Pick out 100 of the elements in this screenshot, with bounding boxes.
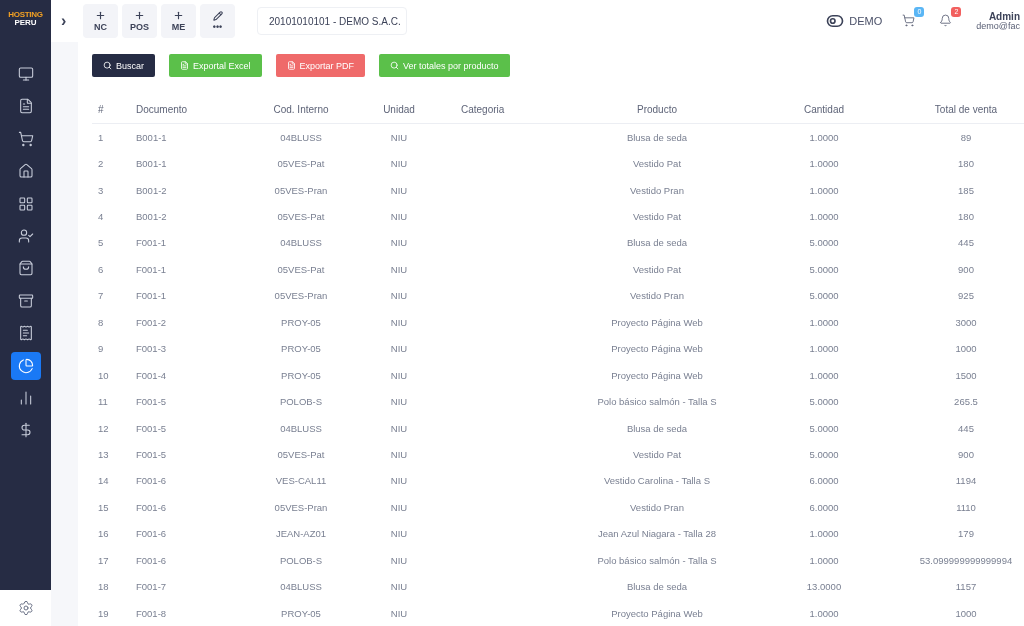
table-cell-text: 13: [97, 448, 110, 460]
table-cell-text: VES-CAL11: [274, 475, 328, 487]
table-cell-text: NIU: [389, 554, 409, 566]
table-cell-text: NIU: [389, 422, 409, 434]
toggle-icon[interactable]: [826, 12, 845, 30]
table-cell-text: 4: [97, 211, 105, 223]
table-cell-text: 19: [97, 607, 110, 619]
table-cell-text: NIU: [389, 237, 409, 249]
table-cell-text: JEAN-AZ01: [274, 528, 328, 540]
document-icon: [286, 61, 296, 70]
table-cell-text: 180: [957, 158, 975, 170]
table-cell-text: 11: [97, 396, 109, 408]
table-cell-text: NIU: [389, 131, 409, 143]
bell-icon[interactable]: [939, 14, 953, 28]
table-cell-text: NIU: [389, 343, 409, 355]
table-cell-text: 53.099999999999994: [918, 554, 1014, 566]
table-cell-text: 1194: [954, 475, 978, 487]
table-cell-text: Proyecto Página Web: [610, 316, 704, 328]
table-cell-text: F001-2: [135, 316, 168, 328]
table-cell-text: F001-4: [135, 369, 168, 381]
table-cell-text: NIU: [389, 581, 409, 593]
home-icon: [17, 163, 34, 180]
table-cell-text: B001-2: [135, 211, 168, 223]
plus-icon: [95, 10, 106, 21]
table-cell-text: NIU: [389, 501, 409, 513]
cart-icon[interactable]: [902, 14, 916, 28]
table-cell-text: 12: [97, 422, 110, 434]
cart-icon: [17, 130, 34, 147]
table-cell-text: Polo básico salmón - Talla S: [596, 396, 718, 408]
table-cell-text: NIU: [389, 369, 409, 381]
table-cell-text: NIU: [389, 448, 409, 460]
table-cell-text: 18: [97, 581, 110, 593]
table-cell-text: Vestido Carolina - Talla S: [603, 475, 711, 487]
bag-icon: [17, 260, 34, 277]
table-cell-text: 1500: [954, 369, 978, 381]
table-cell-text: Proyecto Página Web: [610, 343, 704, 355]
table-cell-text: F001-7: [135, 581, 168, 593]
table-cell-text: Vestido Pran: [629, 184, 685, 196]
table-cell-text: 5.0000: [808, 448, 840, 460]
table-cell-text: 1157: [954, 581, 978, 593]
table-cell-text: B001-1: [135, 158, 168, 170]
quick-action-button[interactable]: •••: [200, 4, 235, 38]
table-cell-text: B001-1: [135, 131, 168, 143]
column-header: Categoria: [460, 104, 506, 115]
table-cell-text: 1.0000: [808, 158, 840, 170]
table-cell-text: 1.0000: [808, 369, 840, 381]
table-cell-text: NIU: [389, 211, 409, 223]
column-header: Unidad: [382, 104, 416, 115]
column-header: Total de venta: [933, 104, 999, 115]
table-cell-text: 5.0000: [808, 422, 840, 434]
action-button[interactable]: Buscar: [92, 54, 155, 77]
table-cell-text: 1: [97, 131, 105, 143]
company-select[interactable]: 20101010101 - DEMO S.A.C.: [257, 7, 407, 35]
table-cell-text: 900: [957, 263, 975, 275]
user-name: Admin: [988, 10, 1020, 22]
table-cell-text: 179: [957, 528, 975, 540]
table-cell-text: 15: [97, 501, 110, 513]
table-cell-text: 13.0000: [805, 581, 843, 593]
table-cell-text: 1.0000: [808, 554, 840, 566]
table-cell-text: 05VES-Pat: [276, 263, 326, 275]
table-cell-text: NIU: [389, 396, 409, 408]
column-header: #: [97, 104, 105, 115]
table-cell-text: F001-8: [135, 607, 168, 619]
table-cell-text: NIU: [389, 316, 409, 328]
quick-action-button[interactable]: NC: [83, 4, 118, 38]
table-cell-text: 14: [97, 475, 110, 487]
table-cell-text: 05VES-Pat: [276, 158, 326, 170]
table-cell-text: F001-5: [135, 448, 168, 460]
table-cell-text: Vestido Pat: [631, 263, 683, 275]
table-cell-text: 180: [957, 211, 975, 223]
table-cell-text: PROY-05: [280, 607, 322, 619]
table-cell-text: F001-5: [135, 422, 168, 434]
table-cell-text: NIU: [389, 475, 409, 487]
search-icon: [103, 61, 112, 70]
table-cell-text: 05VES-Pran: [273, 184, 329, 196]
table-cell-text: 925: [957, 290, 975, 302]
sidebar-toggle[interactable]: ›: [61, 12, 83, 30]
sidebar-item[interactable]: [10, 351, 41, 380]
table-cell-text: 04BLUSS: [279, 131, 323, 143]
plus-icon: [173, 10, 184, 21]
quick-action-button[interactable]: ME: [161, 4, 196, 38]
settings-icon: [17, 600, 34, 616]
table-cell-text: 04BLUSS: [279, 581, 323, 593]
table-cell-text: 6.0000: [808, 475, 840, 487]
column-header: Documento: [135, 104, 189, 115]
document-icon: [17, 98, 34, 115]
table-cell-text: 265.5: [953, 396, 979, 408]
table-cell-text: 17: [97, 554, 110, 566]
table-cell-text: F001-6: [135, 554, 168, 566]
table-cell-text: NIU: [389, 607, 409, 619]
table-cell-text: Proyecto Página Web: [610, 607, 704, 619]
table-cell-text: Vestido Pran: [629, 290, 685, 302]
table-cell-text: Vestido Pat: [631, 158, 683, 170]
table-cell-text: NIU: [389, 184, 409, 196]
table-cell-text: NIU: [389, 263, 409, 275]
receipt-icon: [17, 325, 34, 342]
table-cell-text: Blusa de seda: [625, 581, 689, 593]
table-cell-text: 16: [97, 528, 110, 540]
table-cell-text: Vestido Pran: [629, 501, 685, 513]
quick-action-button[interactable]: POS: [122, 4, 157, 38]
